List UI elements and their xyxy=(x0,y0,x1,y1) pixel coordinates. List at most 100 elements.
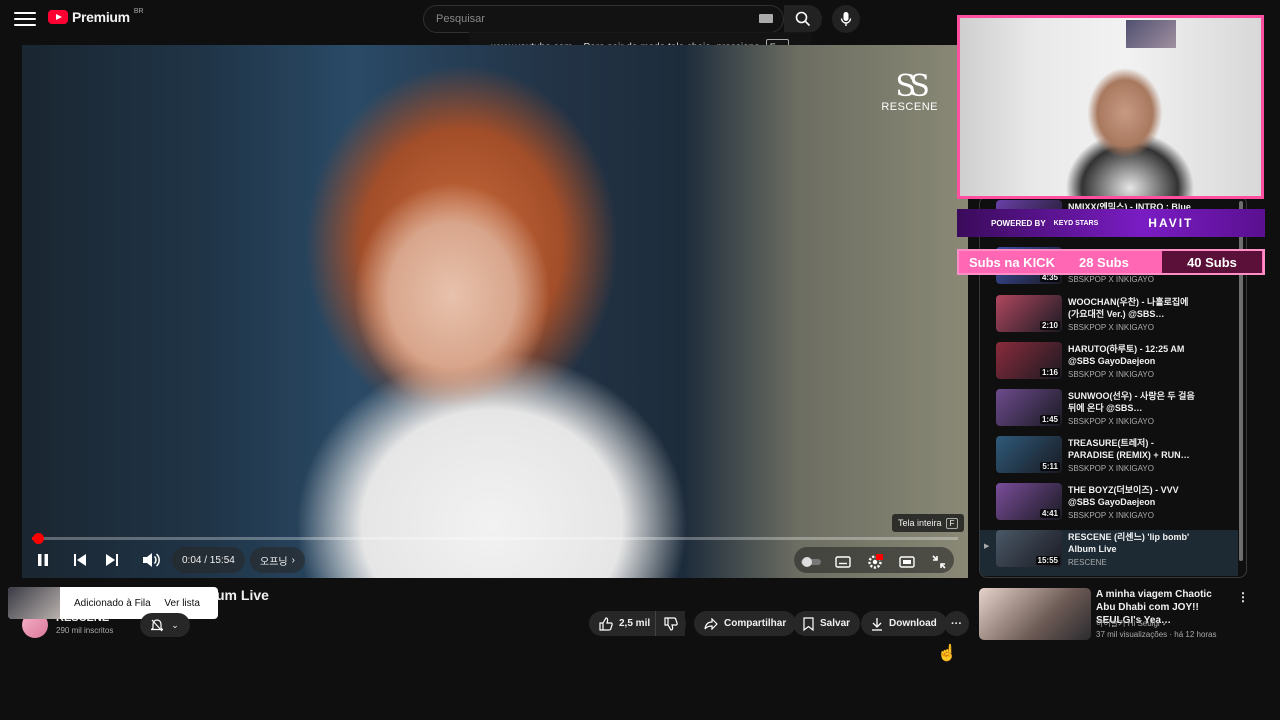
playlist-item-title[interactable]: SUNWOO(선우) - 사랑은 두 걸음 뒤에 온다 @SBS… xyxy=(1068,390,1198,414)
playlist-thumbnail[interactable]: 2:10 xyxy=(996,295,1062,332)
duration-badge: 1:16 xyxy=(1039,368,1060,377)
recommended-channel-name: 하이슬기 Hi Seulgi xyxy=(1096,619,1160,628)
like-icon xyxy=(599,616,613,631)
time-text: 0:04 / 15:54 xyxy=(182,554,235,566)
recommended-channel[interactable]: 하이슬기 Hi Seulgi ✓ xyxy=(1096,618,1169,629)
playlist-item-title[interactable]: WOOCHAN(우찬) - 나홀로집에 (가요대전 Ver.) @SBS… xyxy=(1068,296,1198,320)
kebab-icon: ··· xyxy=(951,617,962,630)
exit-fullscreen-icon xyxy=(932,555,946,569)
progress-bar[interactable] xyxy=(32,533,958,544)
dislike-button[interactable] xyxy=(655,611,686,636)
volume-button[interactable] xyxy=(140,549,162,571)
search-input[interactable] xyxy=(434,12,744,26)
view-list-link[interactable]: Ver lista xyxy=(164,598,200,609)
previous-icon xyxy=(74,554,86,566)
logo-text: Premium xyxy=(72,9,130,25)
pause-icon xyxy=(38,554,48,566)
kick-current-subs: 28 Subs xyxy=(1078,254,1129,270)
playlist-item[interactable]: 1:16 HARUTO(하루토) - 12:25 AM @SBS GayoDaej… xyxy=(996,342,1236,388)
player-controls: 0:04 / 15:54 오프닝 › xyxy=(22,545,968,575)
menu-icon[interactable] xyxy=(14,8,36,30)
playlist-thumbnail[interactable]: 4:41 xyxy=(996,483,1062,520)
queue-toast: Adicionado à Fila Ver lista xyxy=(8,587,218,619)
bell-icon xyxy=(151,618,164,631)
search-box[interactable] xyxy=(423,5,784,33)
kick-sub-goal-bar: Subs na KICK 28 Subs 40 Subs xyxy=(957,249,1265,275)
share-button[interactable]: Compartilhar xyxy=(694,611,797,636)
playlist-thumbnail[interactable]: 1:45 xyxy=(996,389,1062,426)
playlist-item[interactable]: 2:10 WOOCHAN(우찬) - 나홀로집에 (가요대전 Ver.) @SBS… xyxy=(996,295,1236,341)
theater-icon xyxy=(899,556,915,568)
voice-search-button[interactable] xyxy=(832,5,860,33)
fullscreen-tooltip: Tela inteira F xyxy=(892,514,965,532)
download-button[interactable]: Download xyxy=(861,611,947,636)
exit-fullscreen-button[interactable] xyxy=(928,551,950,573)
dislike-icon xyxy=(664,616,678,631)
chevron-down-icon: ⌄ xyxy=(171,619,179,630)
share-icon xyxy=(704,617,718,630)
save-button[interactable]: Salvar xyxy=(793,611,861,636)
channel-watermark: SS RESCENE xyxy=(881,69,938,114)
youtube-premium-logo[interactable]: Premium BR xyxy=(48,8,144,25)
settings-icon xyxy=(868,554,883,569)
subtitles-icon xyxy=(835,556,851,568)
sponsor-banner: POWERED BY KEYD STARS HAVIT xyxy=(957,209,1265,237)
chevron-right-icon: › xyxy=(291,554,295,566)
playlist-item-channel: SBSKPOP X INKIGAYO xyxy=(1068,417,1154,426)
youtube-logo-icon xyxy=(48,10,68,24)
theater-mode-button[interactable] xyxy=(896,551,918,573)
next-icon xyxy=(106,554,118,566)
chapter-button[interactable]: 오프닝 › xyxy=(250,547,305,573)
subtitles-button[interactable] xyxy=(832,551,854,573)
playlist-item-channel: SBSKPOP X INKIGAYO xyxy=(1068,511,1154,520)
save-label: Salvar xyxy=(820,618,851,629)
search-button[interactable] xyxy=(784,5,822,33)
duration-badge: 15:55 xyxy=(1035,556,1060,565)
playlist-item[interactable]: 4:41 THE BOYZ(더보이즈) - VVV @SBS GayoDaejeo… xyxy=(996,483,1236,529)
mouse-cursor-icon: ☝ xyxy=(937,645,957,662)
recommended-thumbnail[interactable] xyxy=(979,588,1091,640)
watermark-logo-icon: SS xyxy=(895,69,930,104)
pause-button[interactable] xyxy=(32,549,54,571)
settings-button[interactable] xyxy=(864,551,886,573)
playlist-thumbnail[interactable]: 15:55 xyxy=(996,530,1062,567)
previous-button[interactable] xyxy=(69,549,91,571)
video-frame[interactable] xyxy=(22,45,968,578)
more-actions-button[interactable]: ··· xyxy=(944,611,969,636)
playlist-item-title[interactable]: TREASURE(트레저) - PARADISE (REMIX) + RUN… xyxy=(1068,437,1198,461)
playlist-thumbnail[interactable]: 1:16 xyxy=(996,342,1062,379)
kebab-icon[interactable]: ⋮ xyxy=(1237,590,1249,604)
autoplay-toggle-icon xyxy=(801,557,821,567)
playlist-item[interactable]: 1:45 SUNWOO(선우) - 사랑은 두 걸음 뒤에 온다 @SBS… SBS… xyxy=(996,389,1236,435)
sponsor-powered-text: POWERED BY xyxy=(991,218,1046,228)
time-display: 0:04 / 15:54 xyxy=(172,547,245,573)
streamer-webcam-overlay xyxy=(957,15,1264,199)
chapter-title: 오프닝 xyxy=(260,556,288,568)
kick-goal-label: Subs na KICK xyxy=(969,254,1055,270)
subscriber-count: 290 mil inscritos xyxy=(56,626,114,635)
queue-toast-text: Adicionado à Fila xyxy=(74,597,151,609)
playlist-item[interactable]: 5:11 TREASURE(트레저) - PARADISE (REMIX) + R… xyxy=(996,436,1236,482)
playlist-item-title[interactable]: RESCENE (리센느) 'lip bomb' Album Live xyxy=(1068,531,1198,555)
queue-thumbnail xyxy=(8,587,60,619)
playlist-item[interactable]: 15:55 RESCENE (리센느) 'lip bomb' Album Live… xyxy=(980,530,1238,576)
watermark-name: RESCENE xyxy=(881,101,938,113)
playlist-item-channel: SBSKPOP X INKIGAYO xyxy=(1068,323,1154,332)
fullscreen-tooltip-text: Tela inteira xyxy=(898,518,942,528)
download-icon xyxy=(872,617,882,631)
playlist-item-channel: RESCENE xyxy=(1068,558,1107,567)
playlist-item-title[interactable]: THE BOYZ(더보이즈) - VVV @SBS GayoDaejeon xyxy=(1068,484,1198,508)
volume-icon xyxy=(143,553,160,567)
keyboard-icon[interactable] xyxy=(759,14,773,23)
next-button[interactable] xyxy=(101,549,123,571)
scrubber-handle[interactable] xyxy=(33,533,44,544)
verified-icon: ✓ xyxy=(1161,619,1169,628)
autoplay-toggle[interactable] xyxy=(800,551,822,573)
recommended-video[interactable]: A minha viagem Chaotic Abu Dhabi com JOY… xyxy=(979,588,1249,640)
playlist-item-title[interactable]: HARUTO(하루토) - 12:25 AM @SBS GayoDaejeon xyxy=(1068,343,1198,367)
duration-badge: 5:11 xyxy=(1040,462,1060,471)
playlist-thumbnail[interactable]: 5:11 xyxy=(996,436,1062,473)
fullscreen-key-hint: F xyxy=(945,517,959,529)
notification-button[interactable]: ⌄ xyxy=(140,613,190,637)
video-player[interactable]: SS RESCENE Tela inteira F 0:04 / 15:54 오… xyxy=(22,45,968,578)
